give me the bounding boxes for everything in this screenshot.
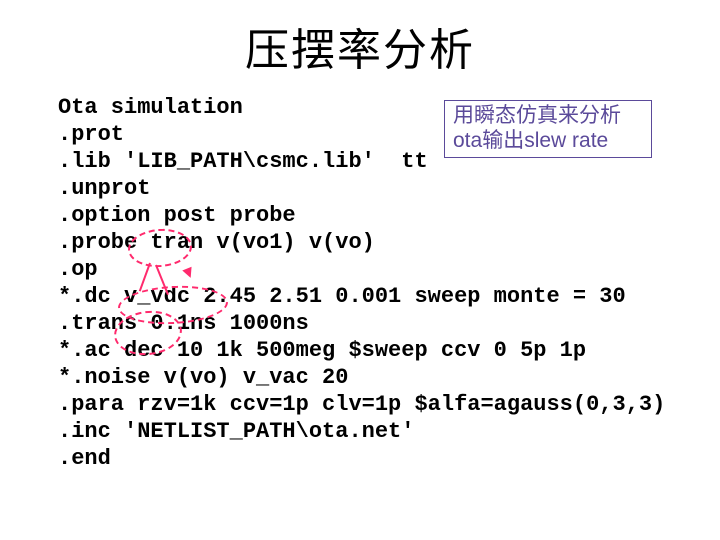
code-line: .lib 'LIB_PATH\csmc.lib' tt (58, 149, 428, 174)
code-line: .probe tran v(vo1) v(vo) (58, 230, 375, 255)
slide: 压摆率分析 Ota simulation .prot .lib 'LIB_PAT… (0, 0, 720, 540)
code-line: .end (58, 446, 111, 471)
code-line: Ota simulation (58, 95, 243, 120)
code-line: .trans 0.1ns 1000ns (58, 311, 309, 336)
slide-title: 压摆率分析 (0, 14, 720, 78)
annotation-line1: 用瞬态仿真来分析 (453, 103, 643, 128)
code-line: .prot (58, 122, 124, 147)
code-line: .op (58, 257, 98, 282)
code-line: *.ac dec 10 1k 500meg $sweep ccv 0 5p 1p (58, 338, 586, 363)
code-line: .unprot (58, 176, 150, 201)
code-line: .inc 'NETLIST_PATH\ota.net' (58, 419, 414, 444)
annotation-callout: 用瞬态仿真来分析 ota输出slew rate (444, 100, 652, 158)
code-line: .option post probe (58, 203, 296, 228)
annotation-line2: ota输出slew rate (453, 128, 643, 153)
code-line: *.noise v(vo) v_vac 20 (58, 365, 348, 390)
code-line: *.dc v_vdc 2.45 2.51 0.001 sweep monte =… (58, 284, 626, 309)
code-line: .para rzv=1k ccv=1p clv=1p $alfa=agauss(… (58, 392, 665, 417)
